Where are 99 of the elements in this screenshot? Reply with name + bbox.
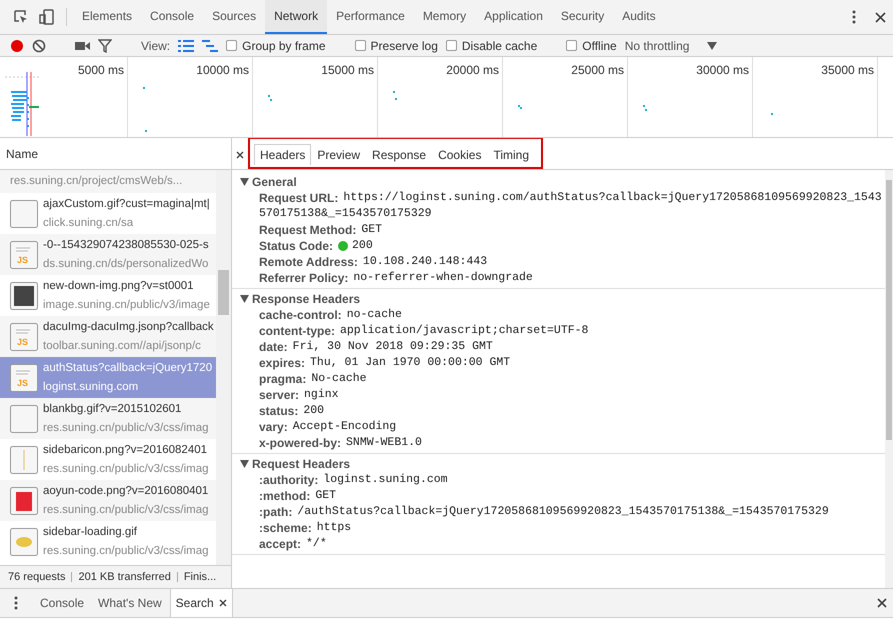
inspect-icon[interactable] [13, 9, 29, 25]
drawer-tab[interactable]: Console [34, 589, 90, 617]
request-row[interactable]: aoyun-code.png?v=2016080401 res.suning.cn/public/v3/css/imag [0, 480, 216, 521]
request-name: sidebar-loading.gif [43, 524, 138, 540]
close-icon[interactable] [877, 598, 887, 608]
header-entry: :scheme: https [259, 520, 352, 536]
time-tick-label: 25000 ms [571, 63, 624, 77]
drawer-tab[interactable]: What's New [92, 589, 168, 617]
request-name: -0--154329074238085530-025-s [43, 238, 209, 252]
header-entry: Request Method: GET [259, 222, 384, 238]
panel-tab[interactable]: Performance [327, 0, 414, 34]
option-checkbox[interactable]: Disable cache [446, 38, 538, 52]
request-url: ds.suning.cn/ds/personalizedWo [43, 256, 209, 272]
close-icon[interactable] [218, 599, 227, 607]
panel-tab[interactable]: Elements [73, 0, 142, 34]
video-camera-icon[interactable] [75, 40, 90, 50]
request-row[interactable]: JS -0--154329074238085530-025-s ds.suning.cn/ds/personalizedWo [0, 234, 216, 275]
close-icon[interactable] [236, 151, 244, 159]
header-entry: x-powered-by: SNMW-WEB1.0 [259, 435, 423, 451]
time-tick-label: 20000 ms [446, 63, 499, 77]
clear-icon[interactable] [32, 38, 46, 52]
request-name: dacuImg-dacuImg.jsonp?callback [43, 320, 214, 334]
status-text: 76 requests [8, 571, 66, 583]
panel-tab[interactable]: Application [475, 0, 552, 34]
panel-tab[interactable]: Audits [613, 0, 665, 34]
request-url: loginst.suning.com [43, 380, 140, 394]
request-name: aoyun-code.png?v=2016080401 [43, 484, 209, 498]
scrollbar-thumb[interactable] [218, 270, 229, 315]
header-entry: pragma: No-cache [259, 371, 368, 387]
request-name: authStatus?callback=jQuery1720 [43, 360, 212, 376]
expand-triangle-icon[interactable] [240, 178, 249, 186]
header-entry: Referrer Policy: no-referrer-when-downgrade [259, 270, 534, 286]
record-icon[interactable] [10, 38, 24, 52]
request-url: res.suning.cn/public/v3/css/imag [43, 462, 209, 476]
view-label: View: [141, 38, 170, 52]
time-tick-label: 35000 ms [821, 63, 874, 77]
filter-icon[interactable] [98, 38, 112, 52]
detail-tab[interactable]: Headers [254, 144, 312, 165]
header-value: 200 [352, 239, 373, 252]
request-url: res.suning.cn/public/v3/css/imag [43, 502, 209, 518]
panel-tab[interactable]: Console [141, 0, 204, 34]
request-name: ajaxCustom.gif?cust=magina|mt| [43, 196, 210, 212]
throttling-select[interactable]: No throttling [624, 38, 690, 52]
expand-triangle-icon[interactable] [240, 460, 249, 468]
header-entry: server: nginx [259, 387, 340, 403]
request-url: toolbar.suning.com//api/jsonp/c [43, 338, 202, 354]
time-tick-label: 15000 ms [321, 63, 374, 77]
drawer-tab[interactable]: Search [170, 589, 233, 617]
request-url: res.suning.cn/public/v3/css/imag [43, 420, 209, 436]
script-file-icon: JS [10, 322, 38, 350]
header-entry: content-type: application/javascript;charset=UTF-8 [259, 323, 590, 339]
request-name: blankbg.gif?v=2015102601 [43, 402, 182, 416]
section-header[interactable]: Request Headers [240, 455, 885, 472]
time-tick-label: 30000 ms [696, 63, 749, 77]
scrollbar-thumb[interactable] [886, 180, 892, 440]
time-tick-label: 5000 ms [78, 63, 124, 77]
request-name: sidebaricon.png?v=2016082401 [43, 442, 208, 458]
header-entry: Remote Address: 10.108.240.148:443 [259, 254, 488, 270]
request-row[interactable]: JS dacuImg-dacuImg.jsonp?callback toolbar.suning.com//api/jsonp/c [0, 316, 216, 357]
header-entry: date: Fri, 30 Nov 2018 09:29:35 GMT [259, 339, 494, 355]
time-tick-label: 10000 ms [196, 63, 249, 77]
request-url: image.suning.cn/public/v3/image [43, 298, 210, 312]
request-url: res.suning.cn/project/cmsWeb/s... [10, 174, 182, 189]
request-url: res.suning.cn/public/v3/css/imag [43, 544, 209, 558]
panel-tab[interactable]: Security [552, 0, 614, 34]
status-text: Finis... [184, 571, 216, 583]
option-checkbox[interactable]: Offline [566, 38, 617, 52]
script-file-icon: JS [10, 240, 38, 268]
request-row[interactable]: blankbg.gif?v=2015102601 res.suning.cn/public/v3/css/imag [0, 398, 216, 439]
expand-triangle-icon[interactable] [240, 294, 249, 302]
request-url: click.suning.cn/sa [43, 216, 134, 230]
header-entry: vary: Accept-Encoding [259, 419, 398, 435]
header-entry: :method: GET [259, 488, 338, 504]
script-file-icon: JS [10, 364, 38, 392]
panel-tab[interactable]: Network [265, 0, 328, 34]
device-icon[interactable] [39, 9, 55, 25]
more-icon[interactable] [14, 596, 18, 610]
header-entry: Request URL: https://loginst.suning.com/authStatus?callback=jQuery17205868109569920823_1543570175138&_=1543570175329 [259, 190, 883, 222]
dropdown-caret-icon[interactable] [707, 42, 718, 50]
header-entry: cache-control: no-cache [259, 307, 403, 323]
header-entry: status: 200 [259, 403, 326, 419]
option-checkbox[interactable]: Preserve log [354, 38, 438, 52]
close-icon[interactable] [874, 12, 886, 22]
waterfall-view-icon[interactable] [202, 40, 218, 52]
status-text: 201 KB transferred [78, 571, 171, 583]
header-name: Status Code: [259, 239, 334, 253]
panel-tab[interactable]: Memory [414, 0, 476, 34]
header-entry: :path: /authStatus?callback=jQuery17205868109569920823_1543570175138&_=1543570175329 [259, 504, 830, 520]
option-checkbox[interactable]: Group by frame [226, 38, 326, 52]
request-name: new-down-img.png?v=st0001 [43, 278, 195, 294]
section-header[interactable]: Response Headers [240, 290, 885, 307]
panel-tab[interactable]: Sources [203, 0, 266, 34]
header-entry: accept: */* [259, 536, 328, 552]
column-header[interactable]: Name [6, 146, 38, 160]
section-header[interactable]: General [240, 173, 885, 190]
list-view-icon[interactable] [178, 40, 194, 52]
header-entry: :authority: loginst.suning.com [259, 472, 449, 488]
more-icon[interactable] [852, 10, 856, 24]
header-entry: expires: Thu, 01 Jan 1970 00:00:00 GMT [259, 355, 512, 371]
